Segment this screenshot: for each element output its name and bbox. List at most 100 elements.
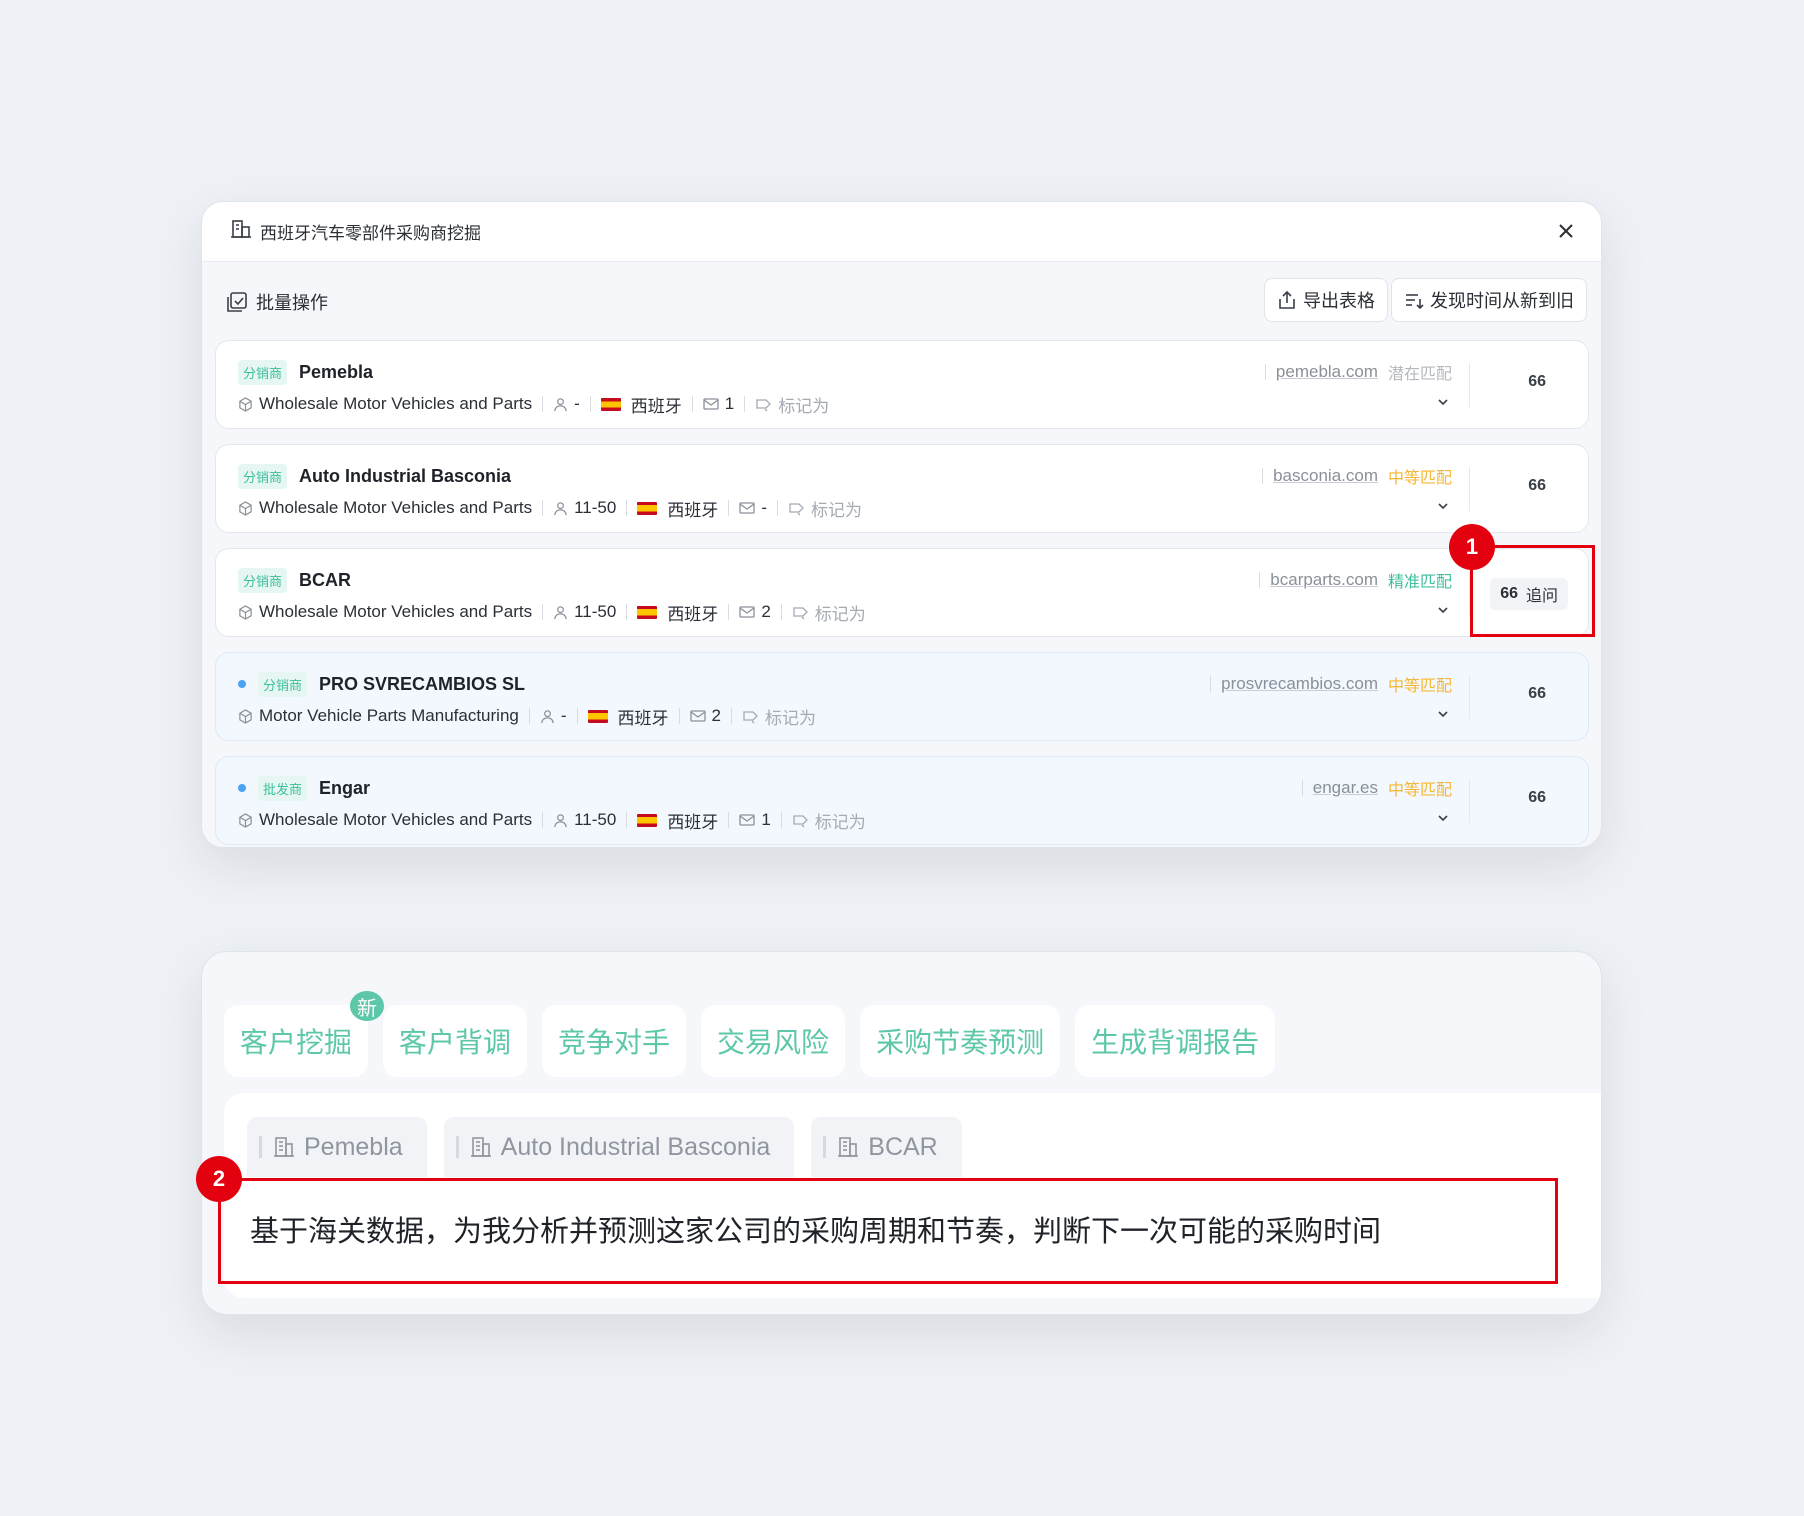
company-domain-link[interactable]: basconia.com [1273,466,1378,486]
country-text: 西班牙 [630,396,682,416]
mark-as-button[interactable]: 标记为 [742,704,816,729]
domain-match: engar.es 中等匹配 [1301,775,1452,801]
function-tab[interactable]: 客户背调 [383,1005,528,1077]
company-chip[interactable]: BCAR [811,1117,962,1177]
export-icon [1279,290,1295,309]
panel-header: 西班牙汽车零部件采购商挖掘 [202,202,1601,262]
tag-icon [792,605,809,620]
function-tab-label: 交易风险 [717,1027,830,1058]
mark-as-label: 标记为 [814,812,866,832]
spain-flag-icon [637,605,658,619]
function-tab[interactable]: 竞争对手 [542,1005,687,1077]
mark-as-button[interactable]: 标记为 [792,600,866,625]
employees-icon [553,501,568,516]
company-name[interactable]: Pemebla [299,362,373,383]
mark-as-button[interactable]: 标记为 [755,392,829,417]
batch-operation-button[interactable]: 批量操作 [226,289,328,315]
industry-icon [238,604,253,620]
industry-icon [238,396,253,412]
new-badge: 新 [350,991,385,1021]
function-tab[interactable]: 生成背调报告 [1075,1005,1276,1077]
function-tab[interactable]: 客户挖掘 新 [224,991,385,1077]
mark-as-label: 标记为 [765,708,816,728]
checklist-icon [227,292,247,312]
company-card[interactable]: 分销商 Auto Industrial Basconia Wholesale M… [215,444,1589,533]
highlight-box-2 [218,1178,1558,1284]
company-card[interactable]: 分销商 Pemebla Wholesale Motor Vehicles and… [215,340,1589,429]
company-list: 分销商 Pemebla Wholesale Motor Vehicles and… [215,340,1589,847]
company-chip[interactable]: Pemebla [247,1117,427,1177]
spain-flag-icon [587,709,608,723]
email-count: - [761,498,767,517]
industry-text: Wholesale Motor Vehicles and Parts [259,810,533,829]
company-domain-link[interactable]: bcarparts.com [1270,570,1378,590]
building-icon [469,1135,493,1159]
card-meta-row: Wholesale Motor Vehicles and Parts - 西班牙… [238,391,829,417]
company-card[interactable]: 批发商 Engar Wholesale Motor Vehicles and P… [215,756,1589,845]
employees-text: 11-50 [574,498,617,517]
export-label: 导出表格 [1303,291,1375,311]
company-card[interactable]: 分销商 BCAR Wholesale Motor Vehicles and Pa… [215,548,1589,637]
company-card[interactable]: 分销商 PRO SVRECAMBIOS SL Motor Vehicle Par… [215,652,1589,741]
mark-as-button[interactable]: 标记为 [792,808,866,833]
employees-text: 11-50 [574,810,617,829]
employees-text: - [560,706,567,725]
quote-icon[interactable]: 66 [1528,477,1546,495]
quote-icon[interactable]: 66 [1528,685,1546,703]
industry-text: Wholesale Motor Vehicles and Parts [259,498,533,517]
building-icon [272,1135,296,1159]
function-tab-label: 竞争对手 [558,1027,671,1058]
email-count: 2 [761,602,771,621]
card-title-row: 分销商 Pemebla [238,359,373,385]
country-text: 西班牙 [667,500,719,520]
email-icon [739,813,755,827]
card-meta-row: Wholesale Motor Vehicles and Parts 11-50… [238,599,866,625]
quote-icon[interactable]: 66 [1528,373,1546,391]
mark-as-label: 标记为 [778,396,830,416]
chevron-down-icon[interactable] [1436,603,1452,619]
close-icon [1559,224,1573,238]
company-domain-link[interactable]: prosvrecambios.com [1221,674,1378,694]
chevron-down-icon[interactable] [1436,395,1452,411]
sort-icon [1406,294,1424,310]
company-type-tag: 分销商 [238,567,288,593]
company-name[interactable]: BCAR [299,570,351,591]
function-tab[interactable]: 采购节奏预测 [860,1005,1061,1077]
chevron-down-icon[interactable] [1436,811,1452,827]
chevron-down-icon[interactable] [1436,707,1452,723]
annotation-badge-2: 2 [196,1156,242,1202]
company-chip[interactable]: Auto Industrial Basconia [443,1117,795,1177]
quote-icon[interactable]: 66 [1528,789,1546,807]
export-table-button[interactable]: 导出表格 [1264,278,1388,322]
chevron-down-icon[interactable] [1436,499,1452,515]
company-domain-link[interactable]: pemebla.com [1276,362,1378,382]
function-tab-label: 生成背调报告 [1091,1027,1260,1058]
email-count: 2 [711,706,721,725]
sort-button[interactable]: 发现时间从新到旧 [1391,278,1587,322]
batch-label: 批量操作 [256,293,328,313]
function-tab[interactable]: 交易风险 [701,1005,846,1077]
close-button[interactable] [1553,218,1579,244]
company-chip-label: Auto Industrial Basconia [500,1132,771,1161]
company-name[interactable]: Engar [319,778,370,799]
industry-text: Wholesale Motor Vehicles and Parts [259,602,533,621]
domain-match: bcarparts.com 精准匹配 [1259,567,1452,593]
company-name[interactable]: Auto Industrial Basconia [299,466,511,487]
function-tabs: 客户挖掘 新客户背调 竞争对手 交易风险 采购节奏预测 生成背调报告 [224,991,1290,1077]
card-meta-row: Wholesale Motor Vehicles and Parts 11-50… [238,495,862,521]
match-level: 精准匹配 [1387,574,1452,591]
industry-text: Wholesale Motor Vehicles and Parts [259,394,533,413]
function-tab-label: 客户挖掘 [240,1027,353,1058]
match-level: 中等匹配 [1387,782,1452,799]
company-name[interactable]: PRO SVRECAMBIOS SL [319,674,525,695]
new-indicator-dot [238,784,246,792]
company-domain-link[interactable]: engar.es [1313,778,1378,798]
country-text: 西班牙 [667,812,719,832]
domain-match: pemebla.com 潜在匹配 [1264,359,1452,385]
mark-as-button[interactable]: 标记为 [788,496,862,521]
country-text: 西班牙 [667,604,719,624]
function-tab-label: 客户背调 [399,1027,512,1058]
company-chips: Pemebla Auto Industrial Basconia BCAR [247,1117,979,1177]
card-meta-row: Wholesale Motor Vehicles and Parts 11-50… [238,807,866,833]
tag-icon [788,501,805,516]
